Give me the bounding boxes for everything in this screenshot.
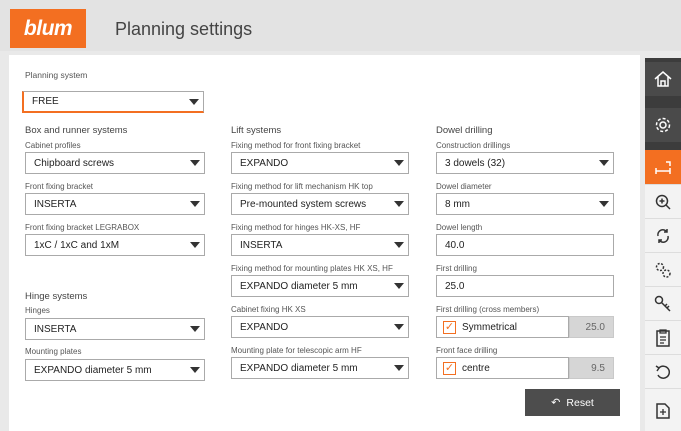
hinges-label: Hinges <box>25 306 50 315</box>
export-icon <box>656 403 670 419</box>
chevron-down-icon <box>390 365 408 371</box>
chevron-down-icon <box>186 242 204 248</box>
reset-label: Reset <box>566 396 594 409</box>
hinges-select[interactable]: INSERTA <box>25 318 205 340</box>
chevron-down-icon <box>390 201 408 207</box>
zoom-button[interactable] <box>645 184 681 218</box>
symmetrical-label: Symmetrical <box>462 321 518 333</box>
chevron-down-icon <box>595 160 613 166</box>
lift-mechanism-label: Fixing method for lift mechanism HK top <box>231 182 373 191</box>
chevron-down-icon <box>185 98 203 105</box>
construction-drillings-label: Construction drillings <box>436 141 511 150</box>
home-icon <box>654 71 672 87</box>
checkmark-icon[interactable]: ✓ <box>443 320 456 334</box>
planning-system-select[interactable]: FREE <box>22 91 204 113</box>
reset-button[interactable]: ↶ Reset <box>525 389 620 416</box>
rotate-button[interactable] <box>645 218 681 252</box>
checkmark-icon[interactable]: ✓ <box>443 361 456 375</box>
dowel-length-label: Dowel length <box>436 223 483 232</box>
front-fixing-bracket-label: Front fixing bracket <box>25 182 94 191</box>
box-runner-section-title: Box and runner systems <box>25 125 128 136</box>
zoom-icon <box>655 194 671 210</box>
front-fixing-legrabox-label: Front fixing bracket LEGRABOX <box>25 223 140 232</box>
gears-button[interactable] <box>645 252 681 286</box>
chevron-down-icon <box>186 160 204 166</box>
chevron-down-icon <box>186 201 204 207</box>
chevron-down-icon <box>390 242 408 248</box>
settings-icon <box>655 117 671 133</box>
cabinet-fixing-label: Cabinet fixing HK XS <box>231 305 306 314</box>
lift-mechanism-select[interactable]: Pre-mounted system screws <box>231 193 409 215</box>
cabinet-profiles-select[interactable]: Chipboard screws <box>25 152 205 174</box>
chevron-down-icon <box>186 367 204 373</box>
chevron-down-icon <box>595 201 613 207</box>
front-face-value: 9.5 <box>569 357 614 379</box>
key-icon <box>654 295 671 312</box>
blum-logo: blum <box>10 9 86 48</box>
lift-section-title: Lift systems <box>231 125 282 136</box>
cabinet-fixing-select[interactable]: EXPANDO <box>231 316 409 338</box>
dimension-button[interactable] <box>645 150 681 184</box>
lift-front-fixing-select[interactable]: EXPANDO <box>231 152 409 174</box>
chevron-down-icon <box>186 326 204 332</box>
dowel-section-title: Dowel drilling <box>436 125 493 136</box>
planning-system-label: Planning system <box>25 70 88 80</box>
rotate-icon <box>657 228 669 243</box>
hinges-hk-label: Fixing method for hinges HK-XS, HF <box>231 223 361 232</box>
mounting-plates-hk-label: Fixing method for mounting plates HK XS,… <box>231 264 393 273</box>
hinge-section-title: Hinge systems <box>25 291 88 302</box>
mounting-plates-select[interactable]: EXPANDO diameter 5 mm <box>25 359 205 381</box>
settings-button[interactable] <box>645 108 681 142</box>
centre-label: centre <box>462 362 490 374</box>
mounting-plates-hk-select[interactable]: EXPANDO diameter 5 mm <box>231 275 409 297</box>
key-button[interactable] <box>645 286 681 320</box>
front-fixing-bracket-select[interactable]: INSERTA <box>25 193 205 215</box>
mounting-plates-label: Mounting plates <box>25 347 82 356</box>
undo-icon <box>655 364 671 379</box>
undo-button[interactable] <box>645 354 681 388</box>
dimension-icon <box>655 161 671 174</box>
cross-members-value: 25.0 <box>569 316 614 338</box>
chevron-down-icon <box>390 283 408 289</box>
gears-icon <box>655 262 671 278</box>
centre-checkbox-row[interactable]: ✓ centre <box>436 357 569 379</box>
front-fixing-legrabox-select[interactable]: 1xC / 1xC and 1xM <box>25 234 205 256</box>
symmetrical-checkbox-row[interactable]: ✓ Symmetrical <box>436 316 569 338</box>
home-button[interactable] <box>645 62 681 96</box>
telescopic-arm-select[interactable]: EXPANDO diameter 5 mm <box>231 357 409 379</box>
cross-members-label: First drilling (cross members) <box>436 305 540 314</box>
construction-drillings-select[interactable]: 3 dowels (32) <box>436 152 614 174</box>
header-bar: blum Planning settings <box>0 0 681 51</box>
export-button[interactable] <box>645 388 681 431</box>
dowel-length-input[interactable]: 40.0 <box>436 234 614 256</box>
first-drilling-input[interactable]: 25.0 <box>436 275 614 297</box>
telescopic-arm-label: Mounting plate for telescopic arm HF <box>231 346 362 355</box>
dowel-diameter-select[interactable]: 8 mm <box>436 193 614 215</box>
clipboard-icon <box>656 328 670 347</box>
lift-front-fixing-label: Fixing method for front fixing bracket <box>231 141 361 150</box>
clipboard-button[interactable] <box>645 320 681 354</box>
chevron-down-icon <box>390 324 408 330</box>
page-title: Planning settings <box>115 19 253 39</box>
cabinet-profiles-label: Cabinet profiles <box>25 141 81 150</box>
dowel-diameter-label: Dowel diameter <box>436 182 492 191</box>
first-drilling-label: First drilling <box>436 264 477 273</box>
chevron-down-icon <box>390 160 408 166</box>
hinges-hk-select[interactable]: INSERTA <box>231 234 409 256</box>
reset-icon: ↶ <box>551 397 561 409</box>
front-face-drilling-label: Front face drilling <box>436 346 498 355</box>
